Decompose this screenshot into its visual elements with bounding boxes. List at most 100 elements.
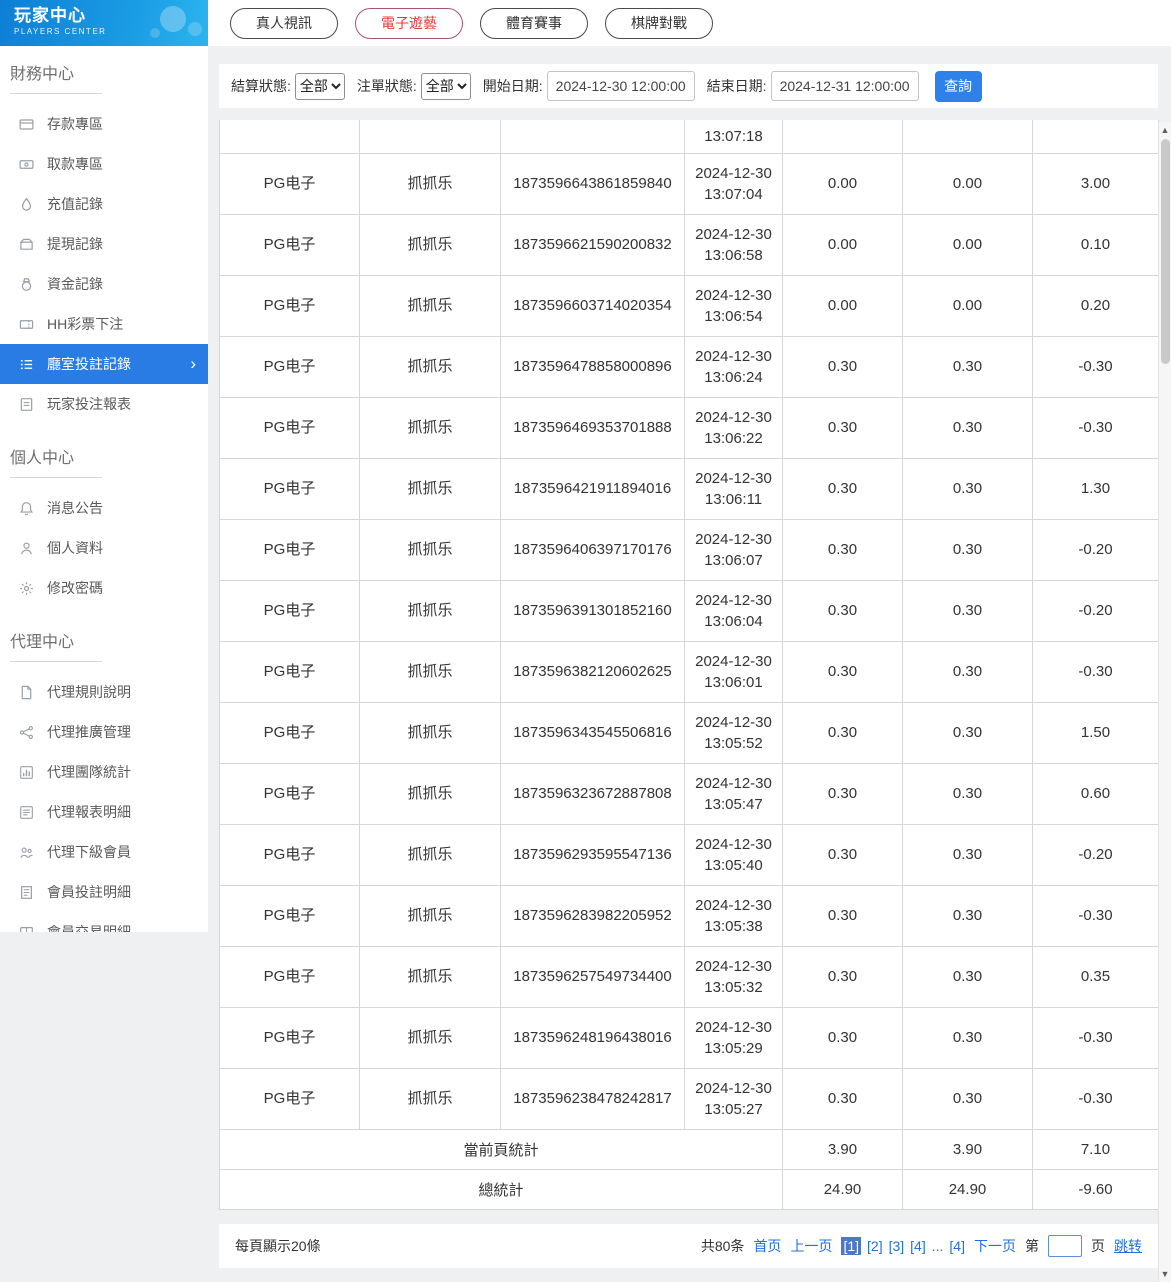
scroll-up-arrow-icon[interactable]: ▲ [1159, 123, 1171, 137]
section-heading: 個人中心 [0, 424, 208, 478]
winloss-cell: 0.20 [1033, 275, 1159, 336]
game-cell: 抓抓乐 [360, 763, 501, 824]
sidebar-item[interactable]: 代理團隊統計 [0, 752, 208, 792]
page-number-link[interactable]: [4] [949, 1238, 965, 1254]
page-number-link[interactable]: [4] [910, 1238, 926, 1254]
valid-bet-cell: 0.30 [903, 946, 1033, 1007]
page-number-link[interactable]: [1] [841, 1237, 861, 1255]
winloss-cell [1033, 120, 1159, 153]
sidebar-item[interactable]: 資金記錄 [0, 264, 208, 304]
page-ellipsis: ... [932, 1238, 944, 1254]
sidebar-item-label: 修改密碼 [47, 578, 103, 598]
first-page-link[interactable]: 首页 [753, 1236, 781, 1256]
page-jump-input[interactable] [1048, 1235, 1082, 1257]
jump-suffix-label: 页 [1091, 1236, 1105, 1256]
bet-detail-icon [18, 884, 34, 900]
sidebar-item[interactable]: 提現記錄 [0, 224, 208, 264]
page-total-winloss: 7.10 [1033, 1129, 1159, 1169]
game-cell: 抓抓乐 [360, 519, 501, 580]
gear-icon [18, 580, 34, 596]
game-cell: 抓抓乐 [360, 946, 501, 1007]
time-cell: 2024-12-3013:05:38 [685, 885, 783, 946]
section-heading-text: 代理中心 [10, 628, 102, 662]
bet-amount-cell: 0.30 [783, 885, 903, 946]
sidebar-item[interactable]: 代理下級會員 [0, 832, 208, 872]
game-cell: 抓抓乐 [360, 580, 501, 641]
sidebar-item[interactable]: 消息公告 [0, 488, 208, 528]
scroll-down-arrow-icon[interactable]: ▼ [1159, 1267, 1171, 1281]
page-number-link[interactable]: [2] [867, 1238, 883, 1254]
vertical-scrollbar[interactable]: ▲ ▼ [1158, 122, 1171, 1282]
grand-total-label: 總統計 [220, 1169, 783, 1209]
order-id-cell: 1873596238478242817 [501, 1068, 685, 1129]
time-cell: 2024-12-3013:06:07 [685, 519, 783, 580]
section-heading: 代理中心 [0, 608, 208, 662]
category-tab[interactable]: 真人視訊 [230, 8, 338, 39]
content-area: 結算狀態: 全部 注單狀態: 全部 開始日期: 結束日期: 查詢 [208, 46, 1171, 1282]
game-cell: 抓抓乐 [360, 1068, 501, 1129]
order-status-label: 注單狀態: [357, 76, 417, 96]
jump-button[interactable]: 跳转 [1114, 1236, 1142, 1256]
sidebar-item[interactable]: 會員交易明細 [0, 912, 208, 932]
next-page-link[interactable]: 下一页 [974, 1236, 1016, 1256]
category-tab[interactable]: 體育賽事 [480, 8, 588, 39]
player-report-icon [18, 396, 34, 412]
bet-amount-cell: 0.30 [783, 824, 903, 885]
settle-status-select[interactable]: 全部 [295, 73, 345, 100]
order-id-cell: 1873596283982205952 [501, 885, 685, 946]
table-row: PG电子抓抓乐18735962839822059522024-12-3013:0… [220, 885, 1159, 946]
time-cell: 2024-12-3013:05:32 [685, 946, 783, 1007]
sidebar-item-label: 玩家投注報表 [47, 394, 131, 414]
valid-bet-cell [903, 120, 1033, 153]
sidebar-item[interactable]: 取款專區 [0, 144, 208, 184]
table-row: PG电子抓抓乐18735963913018521602024-12-3013:0… [220, 580, 1159, 641]
end-date-input[interactable] [771, 71, 919, 101]
winloss-cell: -0.30 [1033, 1068, 1159, 1129]
page-number-link[interactable]: [3] [889, 1238, 905, 1254]
table-row: PG电子抓抓乐18735964219118940162024-12-3013:0… [220, 458, 1159, 519]
start-date-input[interactable] [547, 71, 695, 101]
sidebar-item[interactable]: 代理報表明細 [0, 792, 208, 832]
sidebar-item[interactable]: 個人資料 [0, 528, 208, 568]
sidebar-item[interactable]: 會員投註明細 [0, 872, 208, 912]
sidebar-item-label: 充值記錄 [47, 194, 103, 214]
sidebar-item[interactable]: HH彩票下注 [0, 304, 208, 344]
sidebar-item[interactable]: 充值記錄 [0, 184, 208, 224]
prev-page-link[interactable]: 上一页 [790, 1236, 832, 1256]
sidebar-item[interactable]: 廳室投註記錄› [0, 344, 208, 384]
sidebar-item[interactable]: 玩家投注報表 [0, 384, 208, 424]
table-row: PG电子抓抓乐18735962935955471362024-12-3013:0… [220, 824, 1159, 885]
table-row: PG电子抓抓乐18735963821206026252024-12-3013:0… [220, 641, 1159, 702]
sidebar-item[interactable]: 代理推廣管理 [0, 712, 208, 752]
valid-bet-cell: 0.30 [903, 458, 1033, 519]
scrollbar-thumb[interactable] [1161, 139, 1170, 364]
category-tab[interactable]: 電子遊藝 [355, 8, 463, 39]
category-tab[interactable]: 棋牌對戰 [605, 8, 713, 39]
per-page-label: 每頁顯示20條 [235, 1236, 321, 1256]
winloss-cell: -0.30 [1033, 397, 1159, 458]
search-button[interactable]: 查詢 [935, 71, 982, 102]
valid-bet-cell: 0.30 [903, 763, 1033, 824]
bet-records-table-card: 13:07:18 PG电子抓抓乐18735966438618598402024-… [219, 120, 1158, 1210]
order-id-cell: 1873596421911894016 [501, 458, 685, 519]
dice-decoration-graphic [142, 2, 204, 44]
order-id-cell: 1873596643861859840 [501, 153, 685, 214]
section-heading: 財務中心 [0, 50, 208, 94]
deposit-card-icon [18, 116, 34, 132]
winloss-cell: 0.35 [1033, 946, 1159, 1007]
sidebar-item[interactable]: 代理規則說明 [0, 672, 208, 712]
user-icon [18, 540, 34, 556]
report-detail-icon [18, 804, 34, 820]
table-row-partial: 13:07:18 [220, 120, 1159, 153]
valid-bet-cell: 0.30 [903, 1068, 1033, 1129]
vendor-cell: PG电子 [220, 702, 360, 763]
sidebar-item[interactable]: 修改密碼 [0, 568, 208, 608]
table-row: PG电子抓抓乐18735962481964380162024-12-3013:0… [220, 1007, 1159, 1068]
order-status-select[interactable]: 全部 [421, 73, 471, 100]
sidebar-item[interactable]: 存款專區 [0, 104, 208, 144]
player-center-app: 玩家中心 PLAYERS CENTER 財務中心存款專區取款專區充值記錄提現記錄… [0, 0, 1171, 1282]
game-cell: 抓抓乐 [360, 336, 501, 397]
grand-total-bet: 24.90 [783, 1169, 903, 1209]
table-row: PG电子抓抓乐18735962384782428172024-12-3013:0… [220, 1068, 1159, 1129]
bet-records-table: 13:07:18 PG电子抓抓乐18735966438618598402024-… [219, 120, 1159, 1210]
